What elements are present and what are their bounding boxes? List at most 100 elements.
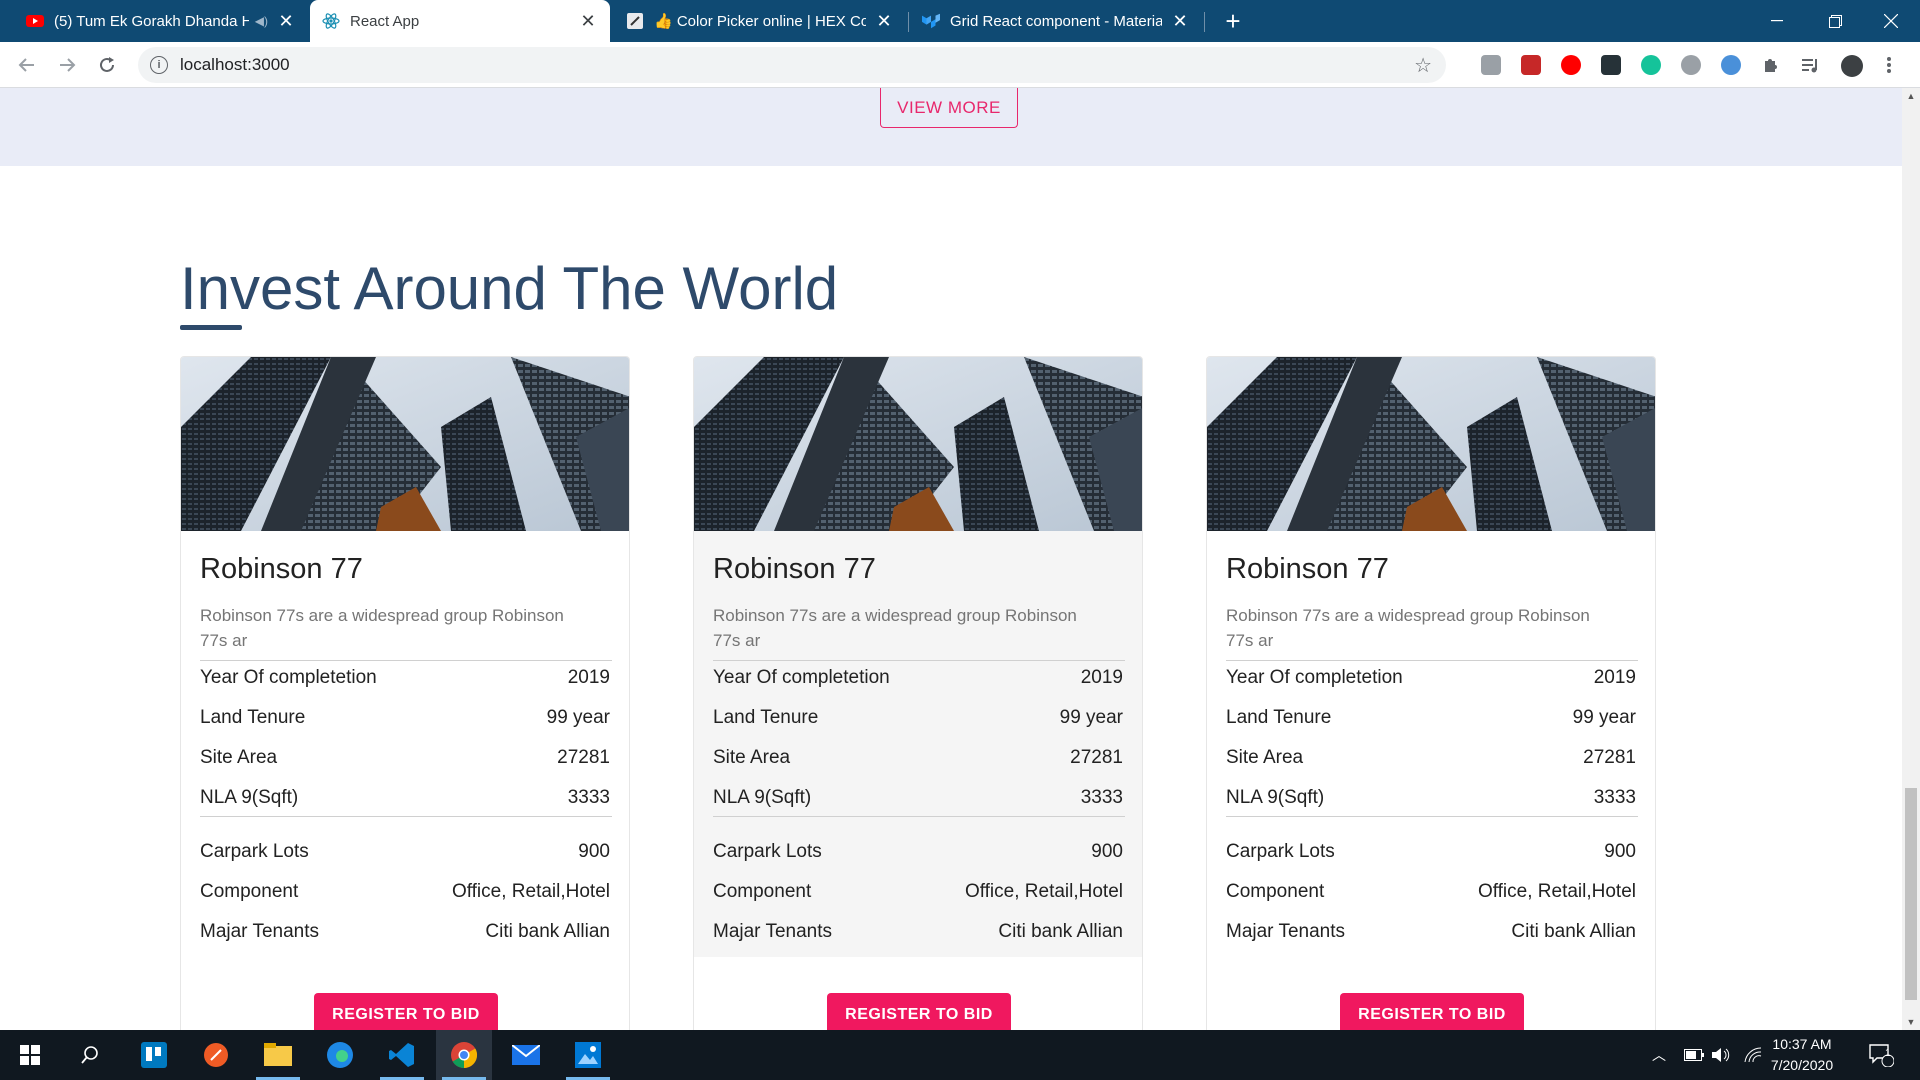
detail-row: Year Of completetion 2019 bbox=[200, 663, 610, 693]
detail-label: Majar Tenants bbox=[713, 921, 832, 942]
restore-button[interactable] bbox=[1806, 0, 1864, 42]
browser-menu-icon[interactable] bbox=[1886, 55, 1906, 75]
detail-value: 2019 bbox=[567, 667, 610, 688]
scroll-down-arrow[interactable]: ▼ bbox=[1902, 1014, 1920, 1030]
register-to-bid-button[interactable]: REGISTER TO BID bbox=[1340, 993, 1524, 1030]
detail-value: 2019 bbox=[1593, 667, 1636, 688]
detail-row: NLA 9(Sqft) 3333 bbox=[200, 783, 610, 813]
tab-title: 👍 Color Picker online | HEX Colo bbox=[654, 13, 866, 30]
site-info-icon[interactable]: i bbox=[150, 56, 168, 74]
tab-material-grid[interactable]: Grid React component - Material ✕ bbox=[910, 0, 1202, 42]
card-divider bbox=[200, 816, 612, 817]
detail-row: Land Tenure 99 year bbox=[713, 703, 1123, 733]
reload-button[interactable] bbox=[92, 50, 122, 80]
back-button[interactable] bbox=[12, 50, 42, 80]
close-window-button[interactable] bbox=[1862, 0, 1920, 42]
show-hidden-icons[interactable]: ︿ bbox=[1652, 1030, 1666, 1080]
detail-label: Component bbox=[1226, 881, 1325, 902]
extension-icon[interactable] bbox=[1521, 55, 1541, 75]
postman-icon[interactable] bbox=[188, 1030, 244, 1080]
view-more-button[interactable]: VIEW MORE bbox=[880, 88, 1018, 128]
media-control-icon[interactable] bbox=[1801, 55, 1821, 75]
detail-value: 3333 bbox=[567, 787, 610, 808]
grammarly-icon[interactable] bbox=[1641, 55, 1661, 75]
chrome-icon[interactable] bbox=[436, 1030, 492, 1080]
card-divider bbox=[713, 816, 1125, 817]
notification-center-icon[interactable]: 1 bbox=[1868, 1030, 1894, 1080]
photos-icon[interactable] bbox=[560, 1030, 616, 1080]
detail-label: NLA 9(Sqft) bbox=[1226, 787, 1325, 808]
detail-value: 2019 bbox=[1080, 667, 1123, 688]
detail-value: 99 year bbox=[546, 707, 610, 728]
extension-icon[interactable] bbox=[1721, 55, 1741, 75]
extension-icon[interactable] bbox=[1601, 55, 1621, 75]
building-image bbox=[1207, 357, 1655, 531]
detail-row: Year Of completetion 2019 bbox=[1226, 663, 1636, 693]
card-description: Robinson 77s are a widespread group Robi… bbox=[200, 606, 564, 650]
bookmark-star-icon[interactable]: ☆ bbox=[1414, 53, 1432, 78]
address-bar[interactable]: i localhost:3000 ☆ bbox=[138, 47, 1446, 83]
building-image bbox=[181, 357, 629, 531]
card-description: Robinson 77s are a widespread group Robi… bbox=[1226, 606, 1590, 650]
scrollbar-thumb[interactable] bbox=[1905, 788, 1917, 1000]
close-icon[interactable]: ✕ bbox=[276, 11, 296, 32]
trello-icon[interactable] bbox=[126, 1030, 182, 1080]
card-title: Robinson 77 bbox=[1226, 553, 1389, 585]
windows-start-icon[interactable] bbox=[2, 1030, 58, 1080]
detail-label: NLA 9(Sqft) bbox=[200, 787, 299, 808]
detail-label: Component bbox=[200, 881, 299, 902]
detail-row: Site Area 27281 bbox=[200, 743, 610, 773]
tab-title: Grid React component - Material bbox=[950, 12, 1162, 30]
file-explorer-icon[interactable] bbox=[250, 1030, 306, 1080]
card-title: Robinson 77 bbox=[713, 553, 876, 585]
detail-row: Site Area 27281 bbox=[1226, 743, 1636, 773]
close-icon[interactable]: ✕ bbox=[578, 11, 598, 32]
clock-time: 10:37 AM bbox=[1772, 1036, 1832, 1052]
detail-value: Citi bank Allian bbox=[485, 921, 610, 942]
detail-row: Component Office, Retail,Hotel bbox=[200, 877, 610, 907]
detail-label: Land Tenure bbox=[200, 707, 306, 728]
volume-icon[interactable] bbox=[1712, 1030, 1732, 1080]
register-to-bid-button[interactable]: REGISTER TO BID bbox=[314, 993, 498, 1030]
detail-value: 900 bbox=[578, 841, 610, 862]
search-icon[interactable] bbox=[62, 1030, 118, 1080]
new-tab-button[interactable]: + bbox=[1220, 0, 1246, 42]
forward-button[interactable] bbox=[52, 50, 82, 80]
tab-react-app[interactable]: React App ✕ bbox=[310, 0, 610, 42]
card-description: Robinson 77s are a widespread group Robi… bbox=[713, 606, 1077, 650]
detail-label: Site Area bbox=[713, 747, 791, 768]
tab-title: React App bbox=[350, 12, 420, 30]
card-title: Robinson 77 bbox=[200, 553, 363, 585]
close-icon[interactable]: ✕ bbox=[1170, 11, 1190, 32]
detail-row: Land Tenure 99 year bbox=[200, 703, 610, 733]
edge-icon[interactable] bbox=[312, 1030, 368, 1080]
detail-row: Majar Tenants Citi bank Allian bbox=[713, 917, 1123, 947]
page-scrollbar[interactable]: ▲ ▼ bbox=[1902, 88, 1920, 1030]
system-clock[interactable]: 10:37 AM 7/20/2020 bbox=[1752, 1034, 1852, 1076]
card-divider bbox=[200, 660, 612, 661]
detail-row: Component Office, Retail,Hotel bbox=[1226, 877, 1636, 907]
tab-youtube[interactable]: (5) Tum Ek Gorakh Dhanda H ◀︎) ✕ bbox=[14, 0, 308, 42]
adblock-icon[interactable] bbox=[1561, 55, 1581, 75]
extension-icon[interactable] bbox=[1681, 55, 1701, 75]
detail-value: 900 bbox=[1091, 841, 1123, 862]
extensions-puzzle-icon[interactable] bbox=[1761, 55, 1781, 75]
detail-value: 99 year bbox=[1572, 707, 1636, 728]
detail-label: Carpark Lots bbox=[713, 841, 822, 862]
scroll-up-arrow[interactable]: ▲ bbox=[1902, 88, 1920, 104]
detail-row: NLA 9(Sqft) 3333 bbox=[1226, 783, 1636, 813]
mail-icon[interactable] bbox=[498, 1030, 554, 1080]
audio-icon[interactable]: ◀︎) bbox=[255, 14, 268, 28]
minimize-button[interactable] bbox=[1748, 0, 1806, 42]
vscode-icon[interactable] bbox=[374, 1030, 430, 1080]
close-icon[interactable]: ✕ bbox=[874, 11, 894, 32]
register-to-bid-button[interactable]: REGISTER TO BID bbox=[827, 993, 1011, 1030]
page-viewport: VIEW MORE Invest Around The World Robins… bbox=[0, 88, 1902, 1030]
detail-label: Majar Tenants bbox=[1226, 921, 1345, 942]
extension-icon[interactable] bbox=[1481, 55, 1501, 75]
detail-label: Component bbox=[713, 881, 812, 902]
detail-value: Citi bank Allian bbox=[998, 921, 1123, 942]
tab-color-picker[interactable]: 👍 Color Picker online | HEX Colo ✕ bbox=[614, 0, 906, 42]
battery-icon[interactable] bbox=[1684, 1030, 1704, 1080]
profile-avatar[interactable] bbox=[1841, 55, 1863, 77]
